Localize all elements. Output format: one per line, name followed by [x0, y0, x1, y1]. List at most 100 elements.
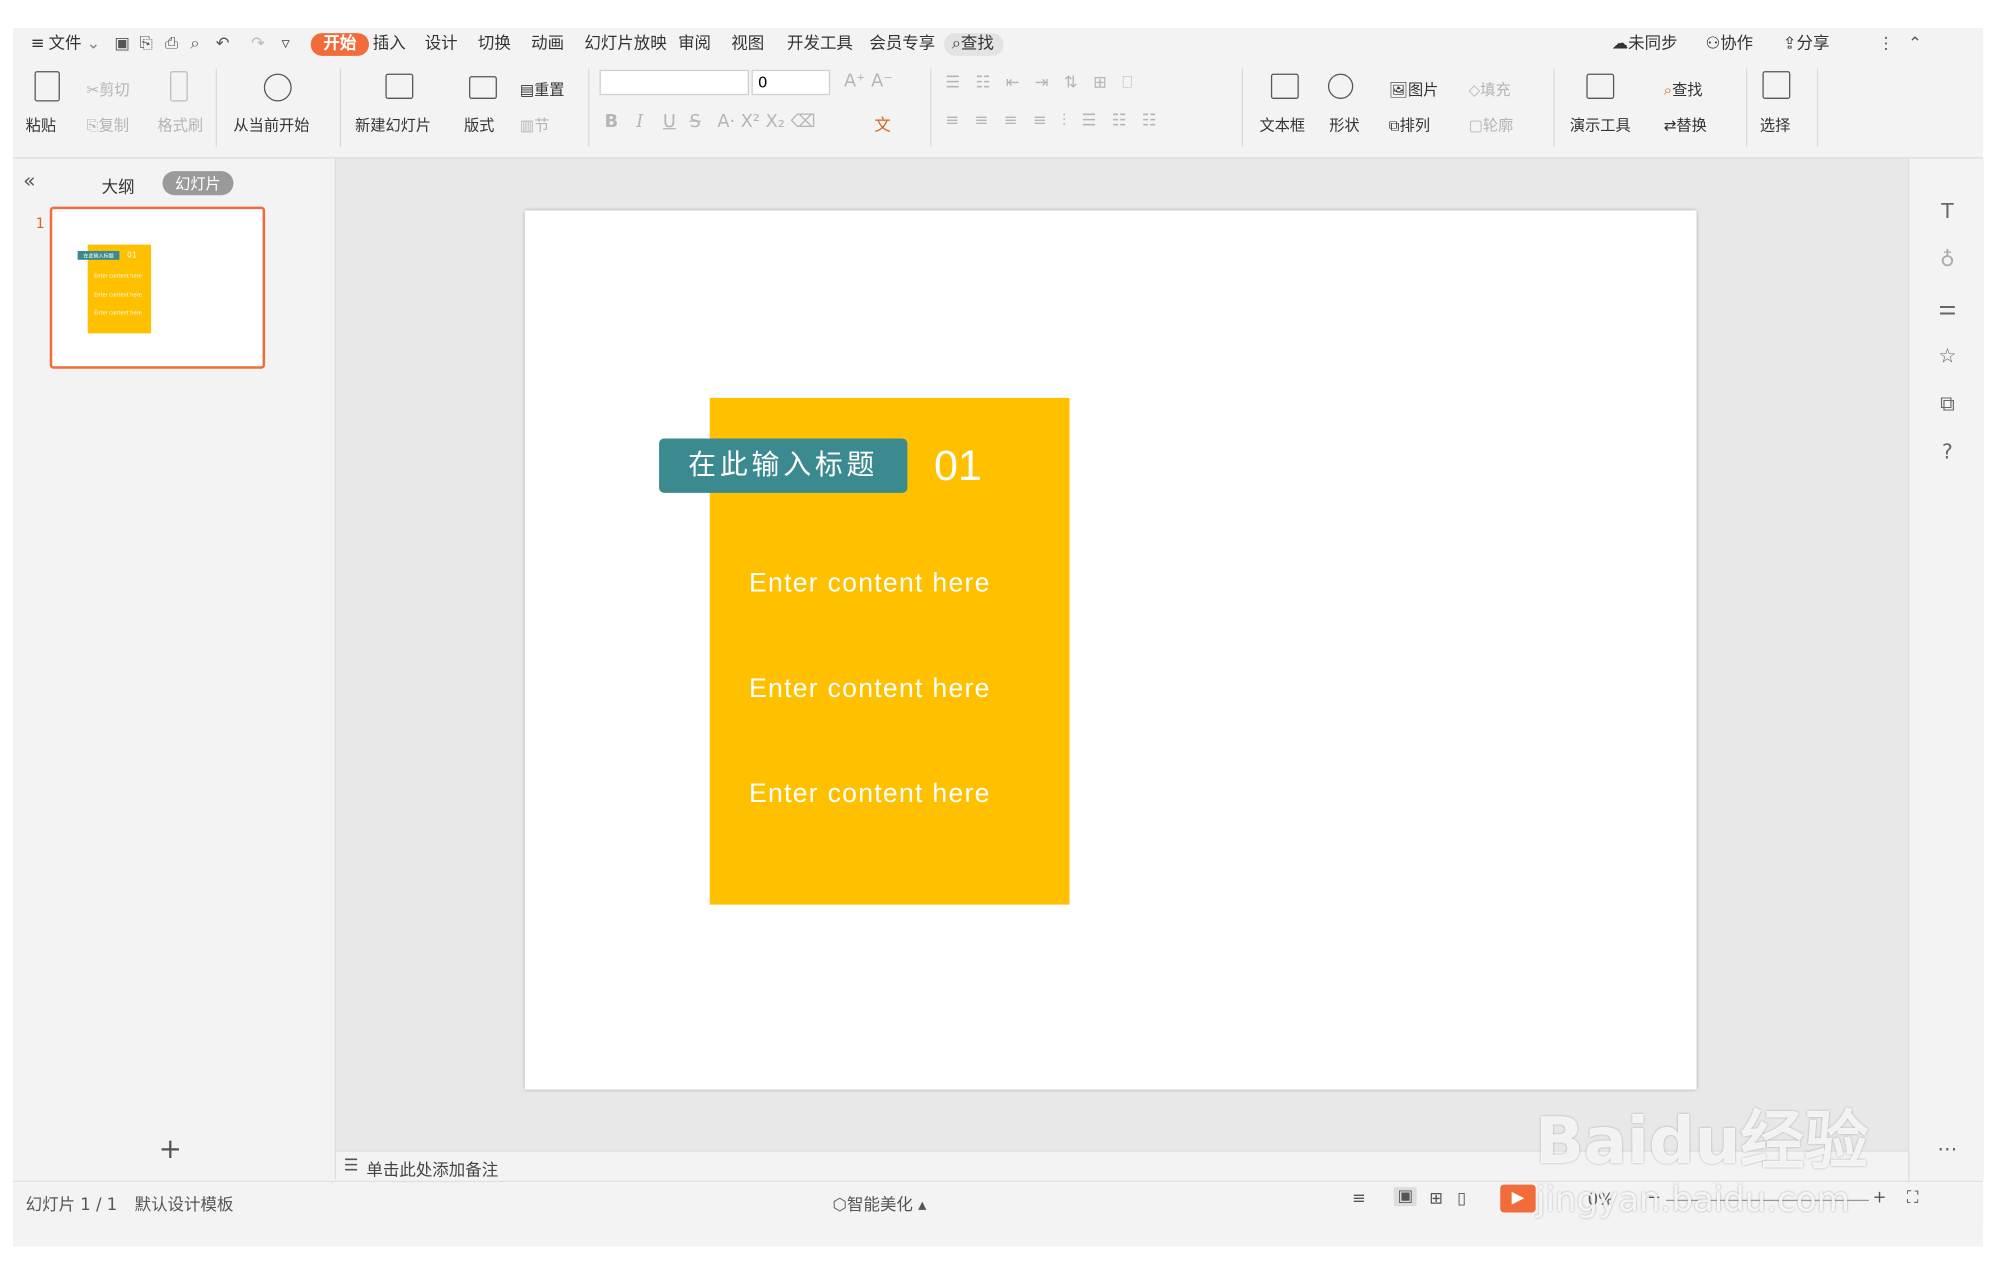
align-icons[interactable]: ≡ ≡ ≡ ≡ ⫶ ☰ ☷ ☷ [945, 112, 1161, 131]
fill-button[interactable]: ◇填充 [1469, 79, 1511, 101]
bold-button[interactable]: B [605, 112, 619, 132]
new-slide-button[interactable]: 新建幻灯片 [355, 114, 431, 136]
section-button[interactable]: ▥节 [520, 114, 550, 136]
reading-view-icon[interactable]: ▯ [1457, 1190, 1466, 1209]
zoom-in-icon[interactable]: + [1873, 1188, 1887, 1207]
copy-button[interactable]: ⎘复制 [86, 114, 129, 136]
sorter-view-icon[interactable]: ⊞ [1429, 1190, 1443, 1209]
layout-button[interactable]: 版式 [464, 114, 494, 136]
watermark-logo: Baidu经验 [1535, 1105, 1869, 1179]
font-size-increase-icon[interactable]: A⁺ A⁻ [844, 71, 893, 91]
idea-icon[interactable]: ♁ [1935, 247, 1960, 271]
slide-title[interactable]: 在此输入标题 [659, 438, 908, 493]
presentation-tools-button[interactable]: 演示工具 [1570, 114, 1631, 136]
template-name[interactable]: 默认设计模板 [135, 1191, 234, 1215]
ribbon-separator [1816, 68, 1819, 148]
file-menu[interactable]: 文件 [48, 33, 81, 56]
replace-label: 替换 [1676, 116, 1707, 135]
font-effects-icons[interactable]: A· X² X₂ ⌫ [717, 112, 815, 132]
format-painter-button[interactable]: 格式刷 [157, 114, 203, 136]
slide-number-label[interactable]: 01 [934, 442, 982, 491]
new-slide-icon [385, 73, 414, 99]
sync-status[interactable]: ☁未同步 [1612, 33, 1678, 56]
share-button[interactable]: ⇪分享 [1783, 33, 1830, 56]
picture-button[interactable]: 🖼图片 [1389, 79, 1439, 101]
sync-label: 未同步 [1628, 34, 1678, 54]
underline-button[interactable]: U [663, 112, 676, 132]
properties-icon[interactable]: ⚌ [1935, 295, 1960, 319]
more-vertical-icon[interactable]: ⋮ [1878, 33, 1894, 56]
reset-label: 重置 [534, 81, 565, 99]
tab-design[interactable]: 设计 [425, 33, 458, 56]
menu-icon[interactable]: ≡ [31, 33, 45, 56]
tab-slideshow[interactable]: 幻灯片放映 [584, 33, 666, 56]
content-item[interactable]: Enter content here [749, 569, 991, 599]
collab-label: 协作 [1720, 34, 1754, 54]
outline-button[interactable]: ▢轮廓 [1469, 114, 1514, 136]
fit-window-icon[interactable]: ⛶ [1907, 1188, 1919, 1207]
text-style-icon[interactable]: T [1935, 199, 1960, 223]
slide-thumbnail[interactable]: 在此输入标题 01 Enter content here Enter conte… [49, 206, 266, 369]
arrange-label: 排列 [1399, 116, 1431, 135]
list-format-icons[interactable]: ☰ ☷ ⇤ ⇥ ⇅ ⊞ ⎕ [945, 74, 1137, 93]
undo-icon[interactable]: ↶ [216, 33, 230, 56]
tab-slides[interactable]: 幻灯片 [162, 171, 234, 196]
tab-home[interactable]: 开始 [310, 33, 369, 56]
collapse-panel-icon[interactable]: « [23, 169, 35, 193]
paste-button[interactable]: 粘贴 [26, 114, 56, 136]
presentation-app: ≡ 文件 ⌄ ▣ ⎘ ⎙ ⌕ ↶ ↷ ▿ 开始 插入 设计 切换 动画 幻灯片放… [13, 28, 1985, 1247]
section-label: 节 [534, 116, 550, 135]
font-name-select[interactable] [599, 69, 750, 96]
menu-bar: ≡ 文件 ⌄ ▣ ⎘ ⎙ ⌕ ↶ ↷ ▿ 开始 插入 设计 切换 动画 幻灯片放… [13, 28, 1983, 61]
find-label: 查找 [1672, 81, 1703, 99]
quick-access-more-icon[interactable]: ▿ [282, 33, 290, 56]
normal-view-icon[interactable]: ▣ [1393, 1187, 1417, 1207]
tab-review[interactable]: 审阅 [678, 33, 711, 56]
replace-button[interactable]: ⇄替换 [1664, 114, 1707, 136]
shape-button[interactable]: 形状 [1329, 114, 1359, 136]
beautify-button[interactable]: ⬡智能美化 ▴ [833, 1191, 927, 1215]
help-icon[interactable]: ? [1935, 440, 1960, 464]
print-icon[interactable]: ⎙ [165, 33, 178, 56]
tab-insert[interactable]: 插入 [373, 33, 406, 56]
add-slide-button[interactable]: + [159, 1134, 182, 1166]
vertical-scrollbar[interactable] [1893, 171, 1901, 1134]
arrange-button[interactable]: ⧉排列 [1389, 114, 1430, 136]
layout-icon [469, 76, 497, 99]
play-slideshow-button[interactable]: ▶ [1500, 1184, 1536, 1213]
notes-toggle-icon[interactable]: ≡ [1352, 1190, 1366, 1209]
export-icon[interactable]: ⎘ [140, 33, 153, 56]
content-item[interactable]: Enter content here [749, 779, 991, 809]
collapse-ribbon-icon[interactable]: ⌃ [1908, 33, 1922, 56]
slide[interactable]: 在此输入标题 01 Enter content here Enter conte… [524, 210, 1697, 1090]
save-icon[interactable]: ▣ [114, 33, 130, 56]
find-button[interactable]: ⌕查找 [1664, 79, 1703, 101]
animation-icon[interactable]: ☆ [1935, 343, 1960, 367]
cut-button[interactable]: ✂剪切 [86, 79, 129, 101]
tab-outline[interactable]: 大纲 [102, 174, 135, 198]
tab-developer[interactable]: 开发工具 [787, 33, 853, 56]
font-size-select[interactable]: 0 [751, 69, 831, 96]
search-label: 查找 [960, 34, 994, 54]
phonetic-icon[interactable]: 文 [874, 112, 890, 136]
search-box[interactable]: ⌕查找 [944, 33, 1005, 56]
tab-member[interactable]: 会员专享 [869, 33, 935, 56]
ribbon-separator [930, 68, 932, 148]
reset-button[interactable]: ▤重置 [520, 79, 565, 101]
content-item[interactable]: Enter content here [749, 674, 991, 704]
tab-animation[interactable]: 动画 [531, 33, 564, 56]
preview-icon[interactable]: ⌕ [190, 33, 199, 56]
play-from-current-button[interactable]: 从当前开始 [233, 114, 309, 136]
textbox-button[interactable]: 文本框 [1260, 114, 1306, 136]
tab-view[interactable]: 视图 [731, 33, 764, 56]
redo-icon[interactable]: ↷ [251, 33, 265, 56]
select-button[interactable]: 选择 [1760, 114, 1790, 136]
strikethrough-button[interactable]: S [689, 112, 700, 132]
chevron-down-icon[interactable]: ⌄ [86, 33, 100, 56]
ribbon-separator [1553, 68, 1555, 148]
italic-button[interactable]: I [636, 112, 643, 132]
tab-transition[interactable]: 切换 [478, 33, 511, 56]
more-horizontal-icon[interactable]: ⋯ [1935, 1136, 1960, 1160]
collab-button[interactable]: ⚇协作 [1705, 33, 1753, 56]
transition-icon[interactable]: ⧉ [1935, 392, 1960, 417]
